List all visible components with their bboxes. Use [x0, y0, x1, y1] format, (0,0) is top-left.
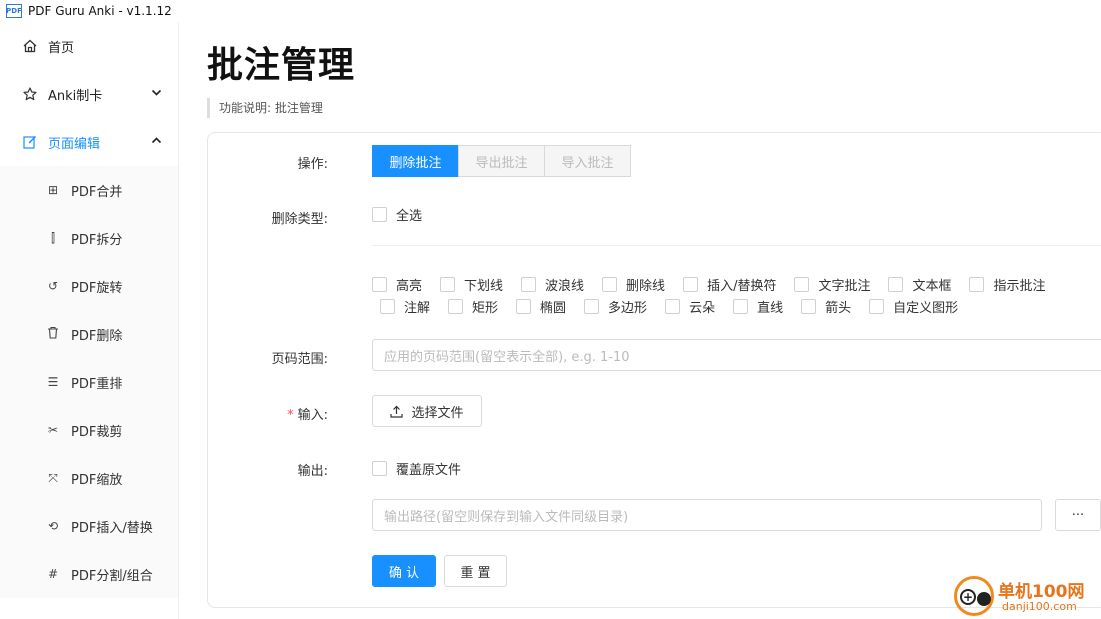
chevron-up-icon	[151, 135, 162, 149]
type-checkbox-line[interactable]: 直线	[733, 297, 783, 316]
input-label: * 输入:	[287, 408, 328, 423]
sidebar-item-label: PDF裁剪	[71, 424, 123, 440]
type-checkbox-callout[interactable]: 指示批注	[969, 275, 1046, 294]
sidebar-item-label: PDF重排	[71, 376, 123, 392]
checkbox-box	[372, 207, 387, 222]
page-range-label: 页码范围:	[271, 352, 328, 367]
sidebar-item-label: 页面编辑	[48, 136, 101, 152]
watermark-logo-icon: +	[954, 576, 994, 616]
watermark-name: 单机100网	[998, 582, 1085, 602]
type-checkbox-note[interactable]: 注解	[380, 297, 430, 316]
type-checkbox-highlight[interactable]: 高亮	[372, 275, 422, 294]
edit-icon	[22, 134, 38, 150]
grid-icon: #	[47, 567, 59, 581]
sidebar-item-label: PDF缩放	[71, 472, 123, 488]
sidebar-item-anki[interactable]: Anki制卡	[0, 70, 178, 118]
upload-icon	[390, 405, 404, 418]
sidebar-item-label: 首页	[48, 40, 75, 56]
required-mark: *	[287, 408, 294, 423]
feature-description: 功能说明: 批注管理	[207, 98, 323, 118]
page-edit-submenu: ⊞ PDF合并 ⫿ PDF拆分 ↺ PDF旋转 PDF删除 ☰ PDF重排 ✂ …	[0, 166, 178, 598]
sidebar-item-label: PDF拆分	[71, 232, 123, 248]
sidebar-item-home[interactable]: 首页	[0, 22, 178, 70]
sidebar: 首页 Anki制卡 页面编辑 ⊞ PDF合并 ⫿ PDF拆分 ↺ PDF旋转 P…	[0, 22, 179, 619]
app-icon: PDF	[6, 4, 22, 18]
window-title: PDF Guru Anki - v1.1.12	[28, 4, 172, 18]
type-checkbox-freetext[interactable]: 文本框	[888, 275, 951, 294]
trash-icon	[46, 326, 60, 342]
sidebar-item-pdf-reorder[interactable]: ☰ PDF重排	[0, 358, 178, 406]
sidebar-item-label: PDF插入/替换	[71, 520, 153, 536]
rotate-icon: ↺	[47, 279, 59, 293]
annotation-types-row-2: 注解 矩形 椭圆 多边形 云朵 直线 箭头 自定义图形	[380, 297, 976, 316]
type-checkbox-rectangle[interactable]: 矩形	[448, 297, 498, 316]
type-checkbox-polygon[interactable]: 多边形	[584, 297, 647, 316]
import-annotations-button[interactable]: 导入批注	[544, 145, 631, 177]
scale-icon: ⤧	[48, 470, 58, 485]
watermark: + 单机100网 danji100.com	[952, 574, 1101, 619]
sidebar-item-pdf-delete[interactable]: PDF删除	[0, 310, 178, 358]
type-checkbox-underline[interactable]: 下划线	[440, 275, 503, 294]
chevron-down-icon	[151, 87, 162, 101]
reset-button[interactable]: 重 置	[444, 555, 507, 587]
output-label: 输出:	[297, 464, 328, 479]
delete-annotations-button[interactable]: 删除批注	[372, 145, 459, 177]
form-card: 操作: 删除批注 导出批注 导入批注 删除类型: 全选 高亮 下划线 波浪线 删…	[207, 132, 1101, 608]
confirm-button[interactable]: 确 认	[372, 555, 436, 587]
operation-selector: 删除批注 导出批注 导入批注	[372, 145, 631, 177]
type-checkbox-custom-shape[interactable]: 自定义图形	[869, 297, 958, 316]
page-range-input[interactable]: 应用的页码范围(留空表示全部), e.g. 1-10	[372, 339, 1101, 371]
operation-label: 操作:	[297, 157, 328, 172]
select-file-button[interactable]: 选择文件	[372, 395, 482, 427]
star-icon	[22, 86, 38, 102]
split-icon: ⫿	[51, 230, 55, 245]
sidebar-item-pdf-merge[interactable]: ⊞ PDF合并	[0, 166, 178, 214]
checkbox-label: 全选	[396, 209, 423, 224]
type-checkbox-squiggly[interactable]: 波浪线	[521, 275, 584, 294]
output-path-input[interactable]: 输出路径(留空则保存到输入文件同级目录)	[372, 499, 1042, 531]
type-checkbox-ellipse[interactable]: 椭圆	[516, 297, 566, 316]
delete-type-label: 删除类型:	[271, 212, 328, 227]
sidebar-item-page-edit[interactable]: 页面编辑	[0, 118, 178, 166]
type-checkbox-strikeout[interactable]: 删除线	[602, 275, 665, 294]
checkbox-label: 覆盖原文件	[396, 463, 462, 478]
overwrite-checkbox[interactable]: 覆盖原文件	[372, 459, 461, 478]
sidebar-item-label: PDF合并	[71, 184, 123, 200]
type-checkbox-cloud[interactable]: 云朵	[665, 297, 715, 316]
home-icon	[22, 38, 38, 54]
insert-icon: ⟲	[47, 519, 59, 533]
export-annotations-button[interactable]: 导出批注	[458, 145, 545, 177]
checkbox-box	[372, 461, 387, 476]
sidebar-item-pdf-split-combine[interactable]: # PDF分割/组合	[0, 550, 178, 598]
page-title: 批注管理	[207, 45, 356, 86]
scissors-icon: ✂	[47, 423, 59, 437]
select-all-checkbox[interactable]: 全选	[372, 205, 422, 224]
divider	[372, 245, 1101, 246]
type-checkbox-caret[interactable]: 插入/替换符	[683, 275, 776, 294]
watermark-url: danji100.com	[1002, 600, 1077, 613]
sidebar-item-pdf-crop[interactable]: ✂ PDF裁剪	[0, 406, 178, 454]
sidebar-item-pdf-scale[interactable]: ⤧ PDF缩放	[0, 454, 178, 502]
sidebar-item-label: PDF删除	[71, 328, 123, 344]
sidebar-item-pdf-insert[interactable]: ⟲ PDF插入/替换	[0, 502, 178, 550]
type-checkbox-arrow[interactable]: 箭头	[801, 297, 851, 316]
merge-icon: ⊞	[47, 183, 59, 197]
sidebar-item-label: PDF分割/组合	[71, 568, 153, 584]
annotation-types-row-1: 高亮 下划线 波浪线 删除线 插入/替换符 文字批注 文本框 指示批注	[372, 275, 1064, 294]
sidebar-item-pdf-split[interactable]: ⫿ PDF拆分	[0, 214, 178, 262]
type-checkbox-text[interactable]: 文字批注	[794, 275, 870, 294]
sidebar-item-label: Anki制卡	[48, 88, 103, 104]
browse-button[interactable]: ···	[1055, 499, 1101, 531]
title-bar: PDF PDF Guru Anki - v1.1.12	[0, 0, 1101, 22]
sidebar-item-label: PDF旋转	[71, 280, 123, 296]
main-content: 批注管理 功能说明: 批注管理 操作: 删除批注 导出批注 导入批注 删除类型:…	[179, 22, 1101, 619]
list-icon: ☰	[47, 375, 59, 389]
sidebar-item-pdf-rotate[interactable]: ↺ PDF旋转	[0, 262, 178, 310]
